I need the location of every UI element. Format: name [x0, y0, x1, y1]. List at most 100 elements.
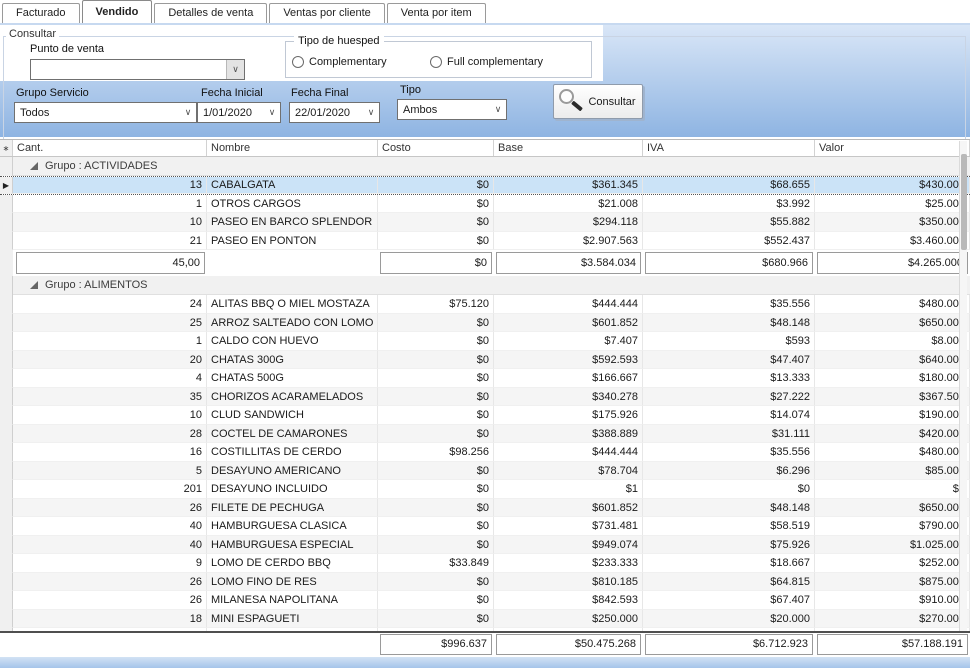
cell-iva[interactable]: $14.074	[643, 406, 815, 425]
cell-cant[interactable]: 26	[13, 591, 207, 610]
cell-costo[interactable]: $0	[378, 332, 494, 351]
cell-costo[interactable]: $0	[378, 388, 494, 407]
cell-costo[interactable]: $0	[378, 425, 494, 444]
cell-nombre[interactable]: MILANESA NAPOLITANA	[207, 591, 378, 610]
cell-valor[interactable]: $420.000	[815, 425, 970, 444]
cell-iva[interactable]: $3.992	[643, 195, 815, 214]
vertical-scrollbar[interactable]	[959, 141, 967, 631]
cell-cant[interactable]: 16	[13, 443, 207, 462]
cell-base[interactable]: $601.852	[494, 499, 643, 518]
cell-costo[interactable]: $0	[378, 195, 494, 214]
cell-valor[interactable]: $180.000	[815, 369, 970, 388]
table-row[interactable]: 28COCTEL DE CAMARONES$0$388.889$31.111$4…	[0, 425, 970, 444]
cell-valor[interactable]: $480.000	[815, 295, 970, 314]
cell-base[interactable]: $250.000	[494, 610, 643, 629]
cell-valor[interactable]: $367.500	[815, 388, 970, 407]
cell-costo[interactable]: $98.256	[378, 443, 494, 462]
cell-cant[interactable]: 9	[13, 554, 207, 573]
cell-nombre[interactable]: CABALGATA	[207, 177, 378, 194]
cell-base[interactable]: $601.852	[494, 314, 643, 333]
table-row[interactable]: 10PASEO EN BARCO SPLENDOR$0$294.118$55.8…	[0, 213, 970, 232]
cell-base[interactable]: $2.907.563	[494, 232, 643, 251]
tab-ventas-por-cliente[interactable]: Ventas por cliente	[269, 3, 384, 23]
cell-costo[interactable]: $0	[378, 232, 494, 251]
chevron-down-icon[interactable]: ∨	[363, 103, 379, 122]
cell-iva[interactable]: $35.556	[643, 443, 815, 462]
table-row[interactable]: 18MINI ESPAGUETI$0$250.000$20.000$270.00…	[0, 610, 970, 629]
cell-cant[interactable]: 21	[13, 232, 207, 251]
cell-base[interactable]: $21.008	[494, 195, 643, 214]
cell-cant[interactable]: 18	[13, 610, 207, 629]
column-header-costo[interactable]: Costo	[378, 140, 494, 156]
cell-valor[interactable]: $1.025.000	[815, 536, 970, 555]
cell-nombre[interactable]: ALITAS BBQ O MIEL MOSTAZA	[207, 295, 378, 314]
cell-cant[interactable]: 10	[13, 213, 207, 232]
cell-nombre[interactable]: FILETE DE PECHUGA	[207, 499, 378, 518]
cell-costo[interactable]: $0	[378, 499, 494, 518]
fecha-final-datepicker[interactable]: 22/01/2020 ∨	[289, 102, 380, 123]
cell-costo[interactable]: $0	[378, 314, 494, 333]
cell-iva[interactable]: $64.815	[643, 573, 815, 592]
cell-iva[interactable]: $27.222	[643, 388, 815, 407]
consultar-button[interactable]: Consultar	[553, 84, 643, 119]
fecha-inicial-datepicker[interactable]: 1/01/2020 ∨	[197, 102, 281, 123]
cell-nombre[interactable]: MINI ESPAGUETI	[207, 610, 378, 629]
cell-costo[interactable]: $0	[378, 480, 494, 499]
table-row[interactable]: 21PASEO EN PONTON$0$2.907.563$552.437$3.…	[0, 232, 970, 251]
table-row[interactable]: 24ALITAS BBQ O MIEL MOSTAZA$75.120$444.4…	[0, 295, 970, 314]
cell-iva[interactable]: $31.111	[643, 425, 815, 444]
cell-base[interactable]: $175.926	[494, 406, 643, 425]
cell-base[interactable]: $444.444	[494, 295, 643, 314]
cell-cant[interactable]: 24	[13, 295, 207, 314]
cell-valor[interactable]: $875.000	[815, 573, 970, 592]
cell-nombre[interactable]: LOMO FINO DE RES	[207, 573, 378, 592]
column-header-nombre[interactable]: Nombre	[207, 140, 378, 156]
cell-costo[interactable]: $0	[378, 536, 494, 555]
cell-iva[interactable]: $55.882	[643, 213, 815, 232]
cell-costo[interactable]: $0	[378, 573, 494, 592]
cell-cant[interactable]: 13	[13, 177, 207, 194]
cell-cant[interactable]: 1	[13, 332, 207, 351]
cell-nombre[interactable]: COCTEL DE CAMARONES	[207, 425, 378, 444]
cell-costo[interactable]: $0	[378, 177, 494, 194]
cell-nombre[interactable]: PASEO EN PONTON	[207, 232, 378, 251]
radio-complementary[interactable]: Complementary	[292, 56, 387, 68]
radio-full-complementary[interactable]: Full complementary	[430, 56, 543, 68]
chevron-down-icon[interactable]: ∨	[180, 103, 196, 122]
cell-nombre[interactable]: DESAYUNO AMERICANO	[207, 462, 378, 481]
table-row[interactable]: 201DESAYUNO INCLUIDO$0$1$0$1	[0, 480, 970, 499]
cell-nombre[interactable]: HAMBURGUESA ESPECIAL	[207, 536, 378, 555]
group-header-row[interactable]: Grupo : ALIMENTOS	[0, 276, 970, 295]
cell-valor[interactable]: $350.000	[815, 213, 970, 232]
group-expand-icon[interactable]	[30, 162, 38, 170]
tab-vendido[interactable]: Vendido	[82, 0, 153, 23]
table-row[interactable]: 20CHATAS 300G$0$592.593$47.407$640.000	[0, 351, 970, 370]
chevron-down-icon[interactable]: ∨	[264, 103, 280, 122]
cell-iva[interactable]: $48.148	[643, 314, 815, 333]
grid-corner-cell[interactable]: ∗	[0, 140, 13, 156]
cell-valor[interactable]: $3.460.000	[815, 232, 970, 251]
cell-cant[interactable]: 10	[13, 406, 207, 425]
cell-valor[interactable]: $910.000	[815, 591, 970, 610]
cell-iva[interactable]: $35.556	[643, 295, 815, 314]
cell-base[interactable]: $340.278	[494, 388, 643, 407]
group-label-cell[interactable]: Grupo : ACTIVIDADES	[13, 157, 970, 176]
cell-nombre[interactable]: ARROZ SALTEADO CON LOMO DE RES	[207, 314, 378, 333]
cell-nombre[interactable]: HAMBURGUESA CLASICA	[207, 517, 378, 536]
cell-iva[interactable]: $75.926	[643, 536, 815, 555]
cell-valor[interactable]: $270.000	[815, 610, 970, 629]
cell-nombre[interactable]: OTROS CARGOS	[207, 195, 378, 214]
table-row[interactable]: 10CLUD SANDWICH$0$175.926$14.074$190.000	[0, 406, 970, 425]
punto-de-venta-select[interactable]: ∨	[30, 59, 245, 80]
cell-cant[interactable]: 40	[13, 517, 207, 536]
cell-cant[interactable]: 35	[13, 388, 207, 407]
cell-base[interactable]: $444.444	[494, 443, 643, 462]
cell-base[interactable]: $810.185	[494, 573, 643, 592]
group-header-row[interactable]: Grupo : ACTIVIDADES	[0, 157, 970, 176]
table-row[interactable]: 40HAMBURGUESA CLASICA$0$731.481$58.519$7…	[0, 517, 970, 536]
cell-valor[interactable]: $85.000	[815, 462, 970, 481]
table-row[interactable]: 40HAMBURGUESA ESPECIAL$0$949.074$75.926$…	[0, 536, 970, 555]
column-header-valor[interactable]: Valor	[815, 140, 970, 156]
cell-costo[interactable]: $75.120	[378, 295, 494, 314]
cell-iva[interactable]: $68.655	[643, 177, 815, 194]
